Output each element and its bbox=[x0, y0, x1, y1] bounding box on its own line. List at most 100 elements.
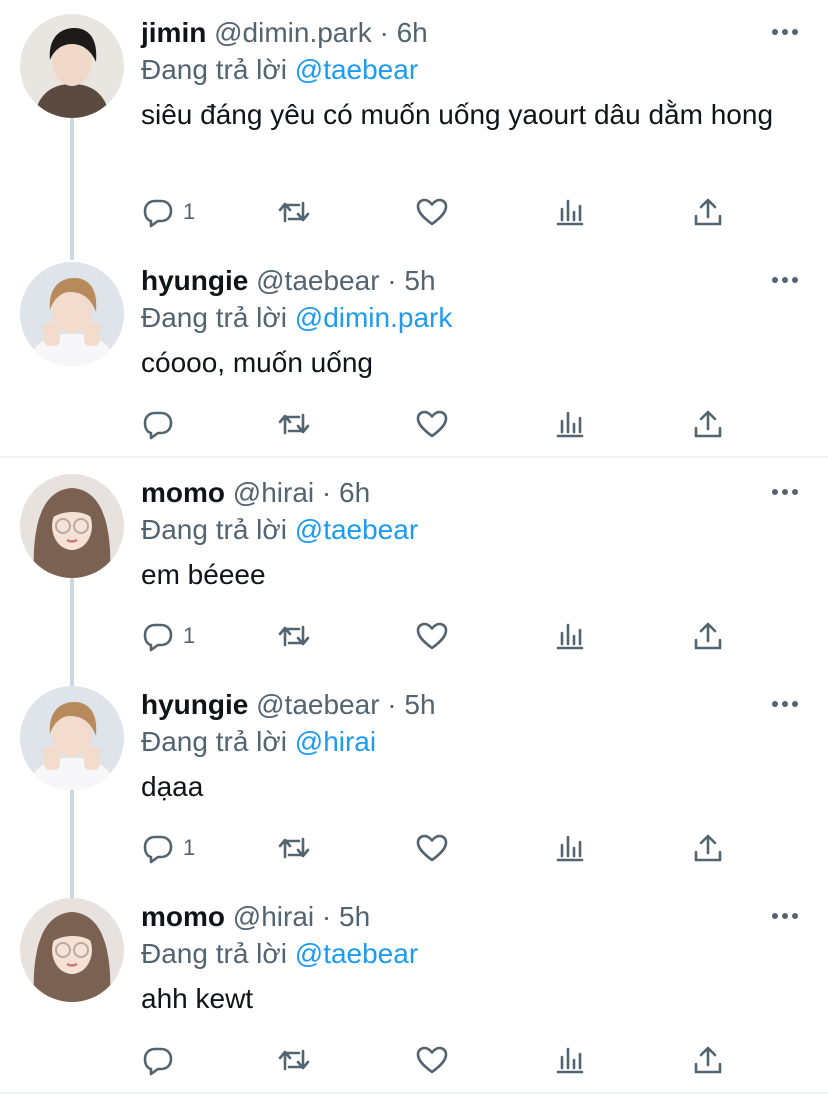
share-button[interactable] bbox=[691, 1040, 725, 1080]
reply-count: 1 bbox=[183, 835, 196, 860]
tweet-header: momo @hirai · 6h bbox=[141, 474, 370, 512]
retweet-button[interactable] bbox=[277, 192, 311, 232]
display-name[interactable]: hyungie bbox=[141, 265, 248, 296]
mention-link[interactable]: @hirai bbox=[295, 726, 376, 757]
reply-button[interactable]: 1 bbox=[141, 828, 195, 868]
share-button[interactable] bbox=[691, 828, 725, 868]
reply-icon bbox=[143, 623, 173, 652]
reply-count: 1 bbox=[183, 199, 196, 224]
avatar[interactable] bbox=[20, 474, 124, 578]
action-bar bbox=[141, 404, 741, 444]
reply-button[interactable] bbox=[141, 404, 183, 444]
reply-button[interactable]: 1 bbox=[141, 616, 195, 656]
share-icon bbox=[694, 410, 722, 438]
timestamp[interactable]: 6h bbox=[339, 477, 370, 508]
mention-link[interactable]: @taebear bbox=[295, 514, 418, 545]
handle[interactable]: @dimin.park bbox=[214, 17, 372, 48]
more-icon[interactable] bbox=[770, 274, 800, 286]
retweet-button[interactable] bbox=[277, 616, 311, 656]
tweet-text: em béeee bbox=[141, 559, 266, 590]
tweet[interactable]: hyungie @taebear · 5h Đang trả lời @dimi… bbox=[0, 248, 828, 456]
separator: · bbox=[321, 477, 332, 508]
views-icon bbox=[556, 835, 584, 862]
like-button[interactable] bbox=[415, 1040, 449, 1080]
views-button[interactable] bbox=[553, 616, 587, 656]
bottom-divider bbox=[0, 1092, 828, 1094]
share-button[interactable] bbox=[691, 404, 725, 444]
like-button[interactable] bbox=[415, 404, 449, 444]
replying-to-label: Đang trả lời bbox=[141, 302, 287, 333]
retweet-button[interactable] bbox=[277, 828, 311, 868]
more-icon[interactable] bbox=[770, 910, 800, 922]
handle[interactable]: @taebear bbox=[256, 689, 379, 720]
retweet-button[interactable] bbox=[277, 1040, 311, 1080]
views-button[interactable] bbox=[553, 828, 587, 868]
retweet-icon bbox=[278, 625, 310, 647]
timestamp[interactable]: 5h bbox=[404, 689, 435, 720]
reply-button[interactable] bbox=[141, 1040, 183, 1080]
handle[interactable]: @hirai bbox=[233, 477, 314, 508]
replying-to: Đang trả lời @taebear bbox=[141, 52, 418, 88]
share-icon bbox=[694, 622, 722, 650]
retweet-icon bbox=[278, 413, 310, 435]
mention-link[interactable]: @taebear bbox=[295, 938, 418, 969]
timestamp[interactable]: 5h bbox=[339, 901, 370, 932]
share-icon bbox=[694, 834, 722, 862]
tweet[interactable]: momo @hirai · 6h Đang trả lời @taebear e… bbox=[0, 460, 828, 686]
reply-icon bbox=[143, 199, 173, 228]
views-icon bbox=[556, 199, 584, 226]
avatar[interactable] bbox=[20, 262, 124, 366]
tweet[interactable]: momo @hirai · 5h Đang trả lời @taebear a… bbox=[0, 884, 828, 1092]
retweet-button[interactable] bbox=[277, 404, 311, 444]
display-name[interactable]: jimin bbox=[141, 17, 206, 48]
tweet[interactable]: jimin @dimin.park · 6h Đang trả lời @tae… bbox=[0, 0, 828, 260]
like-icon bbox=[416, 622, 448, 650]
replying-to: Đang trả lời @taebear bbox=[141, 512, 418, 548]
action-bar: 1 bbox=[141, 616, 741, 656]
display-name[interactable]: hyungie bbox=[141, 689, 248, 720]
avatar[interactable] bbox=[20, 898, 124, 1002]
tweet-text: dạaa bbox=[141, 771, 204, 802]
tweet-text: ahh kewt bbox=[141, 983, 254, 1014]
views-button[interactable] bbox=[553, 192, 587, 232]
like-button[interactable] bbox=[415, 828, 449, 868]
reply-button[interactable]: 1 bbox=[141, 192, 195, 232]
display-name[interactable]: momo bbox=[141, 477, 225, 508]
thread-line bbox=[70, 118, 74, 260]
tweet-header: hyungie @taebear · 5h bbox=[141, 262, 436, 300]
action-bar: 1 bbox=[141, 828, 741, 868]
mention-link[interactable]: @taebear bbox=[295, 54, 418, 85]
avatar[interactable] bbox=[20, 686, 124, 790]
avatar[interactable] bbox=[20, 14, 124, 118]
display-name[interactable]: momo bbox=[141, 901, 225, 932]
share-icon bbox=[694, 198, 722, 226]
views-icon bbox=[556, 411, 584, 438]
more-icon[interactable] bbox=[770, 486, 800, 498]
replying-to-label: Đang trả lời bbox=[141, 514, 287, 545]
handle[interactable]: @taebear bbox=[256, 265, 379, 296]
like-button[interactable] bbox=[415, 616, 449, 656]
views-button[interactable] bbox=[553, 1040, 587, 1080]
replying-to: Đang trả lời @taebear bbox=[141, 936, 418, 972]
reply-count: 1 bbox=[183, 623, 196, 648]
reply-icon bbox=[143, 1047, 173, 1076]
action-bar bbox=[141, 1040, 741, 1080]
timestamp[interactable]: 5h bbox=[404, 265, 435, 296]
handle[interactable]: @hirai bbox=[233, 901, 314, 932]
thread-line bbox=[70, 790, 74, 898]
share-icon bbox=[694, 1046, 722, 1074]
like-icon bbox=[416, 1046, 448, 1074]
tweet[interactable]: hyungie @taebear · 5h Đang trả lời @hira… bbox=[0, 672, 828, 898]
more-icon[interactable] bbox=[770, 698, 800, 710]
like-icon bbox=[416, 834, 448, 862]
share-button[interactable] bbox=[691, 616, 725, 656]
views-button[interactable] bbox=[553, 404, 587, 444]
share-button[interactable] bbox=[691, 192, 725, 232]
timestamp[interactable]: 6h bbox=[397, 17, 428, 48]
like-button[interactable] bbox=[415, 192, 449, 232]
separator: · bbox=[321, 901, 332, 932]
retweet-icon bbox=[278, 1049, 310, 1071]
mention-link[interactable]: @dimin.park bbox=[295, 302, 453, 333]
like-icon bbox=[416, 410, 448, 438]
more-icon[interactable] bbox=[770, 26, 800, 38]
